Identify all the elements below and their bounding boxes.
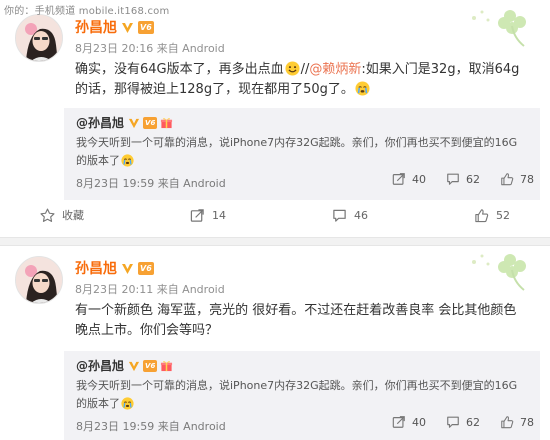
repost-icon [392,416,405,428]
repost-count: 40 [412,415,426,429]
comment-button[interactable]: 46 [332,208,368,223]
weibo-post-1: 孙昌旭 V6 8月23日 20:16 来自 Android 确实，没有64G版本… [0,0,550,237]
author-name[interactable]: 孙昌旭 [75,17,117,37]
clover-decoration [472,254,526,291]
avatar[interactable] [15,14,63,62]
quoted-text-body: 我今天听到一个可靠的消息，说iPhone7内存32G起跳。亲们，你们再也买不到便… [76,136,518,167]
quoted-repost-button[interactable]: 40 [392,415,426,429]
comment-count: 46 [354,208,368,222]
crying-emoji-icon [355,81,370,96]
avatar-photo [16,257,62,303]
gift-icon [161,360,173,372]
verified-v-icon [127,116,140,129]
verified-v-icon [121,21,134,34]
comment-icon [447,416,459,428]
post-action-bar: 收藏 14 46 52 [40,207,510,223]
level-badge-icon: V6 [143,116,158,129]
level-number: 6 [150,118,156,127]
post-text: 有一个新颜色 海军蓝，亮光的 很好看。不过还在赶着改善良率 会比其他颜色晚点上市… [75,303,517,338]
comment-icon [447,173,459,185]
favorite-button[interactable]: 收藏 [40,207,84,223]
post-text-part: 确实，没有64G版本了，再多出点血 [75,62,284,77]
quoted-repost-button[interactable]: 40 [392,172,426,186]
weibo-post-2: 孙昌旭 V6 8月23日 20:11 来自 Android 有一个新颜色 海军蓝… [0,246,550,440]
repost-count: 14 [212,208,226,222]
like-icon [501,416,514,429]
post-separator [0,237,550,246]
post-text: 确实，没有64G版本了，再多出点血//@赖炳新:如果入门是32g，取消64g的话… [75,60,524,100]
level-badge-icon: V6 [143,359,158,372]
quoted-text: 我今天听到一个可靠的消息，说iPhone7内存32G起跳。亲们，你们再也买不到便… [76,134,526,170]
watermark: 你的：手机频道 mobile.it168.com [4,6,170,17]
repost-count: 40 [412,172,426,186]
quoted-time: 8月23日 19:59 来自 Android [76,420,226,433]
level-badge-icon: V6 [138,20,154,34]
avatar[interactable] [15,256,63,304]
favorite-icon [40,208,55,222]
quoted-post[interactable]: @孙昌旭 V6 我今天听到一个可靠的消息，说iPhone7内存32G起跳。亲们，… [64,108,540,200]
like-icon [475,208,489,222]
clover-decoration [472,10,526,47]
repost-icon [190,208,204,222]
like-count: 52 [496,208,510,222]
comment-count: 62 [466,172,480,186]
quoted-post[interactable]: @孙昌旭 V6 我今天听到一个可靠的消息，说iPhone7内存32G起跳。亲们，… [64,351,540,440]
verified-v-icon [121,262,134,275]
quoted-comment-button[interactable]: 62 [446,172,480,186]
repost-icon [392,173,405,185]
quoted-like-button[interactable]: 78 [500,172,534,186]
level-number: 6 [146,22,152,32]
level-number: 6 [150,361,156,370]
quoted-author[interactable]: @孙昌旭 [76,357,124,374]
avatar-photo [16,15,62,61]
quoted-text-body: 我今天听到一个可靠的消息，说iPhone7内存32G起跳。亲们，你们再也买不到便… [76,379,518,410]
smile-emoji-icon [285,61,300,76]
quoted-like-button[interactable]: 78 [500,415,534,429]
like-count: 78 [520,415,534,429]
repost-button[interactable]: 14 [190,208,226,223]
author-name[interactable]: 孙昌旭 [75,258,117,278]
comment-count: 62 [466,415,480,429]
like-icon [501,173,514,186]
verified-v-icon [127,359,140,372]
quoted-author[interactable]: @孙昌旭 [76,114,124,131]
mention-link[interactable]: @赖炳新 [309,62,361,77]
like-button[interactable]: 52 [474,208,510,223]
comment-icon [333,209,346,222]
crying-emoji-icon [121,154,134,167]
like-count: 78 [520,172,534,186]
quoted-comment-button[interactable]: 62 [446,415,480,429]
post-meta: 8月23日 20:11 来自 Android [75,283,225,296]
post-meta: 8月23日 20:16 来自 Android [75,42,225,55]
crying-emoji-icon [121,397,134,410]
gift-icon [161,117,173,129]
quoted-time: 8月23日 19:59 来自 Android [76,177,226,190]
level-number: 6 [146,263,152,273]
level-badge-icon: V6 [138,261,154,275]
favorite-label: 收藏 [62,209,84,222]
quoted-text: 我今天听到一个可靠的消息，说iPhone7内存32G起跳。亲们，你们再也买不到便… [76,377,526,413]
